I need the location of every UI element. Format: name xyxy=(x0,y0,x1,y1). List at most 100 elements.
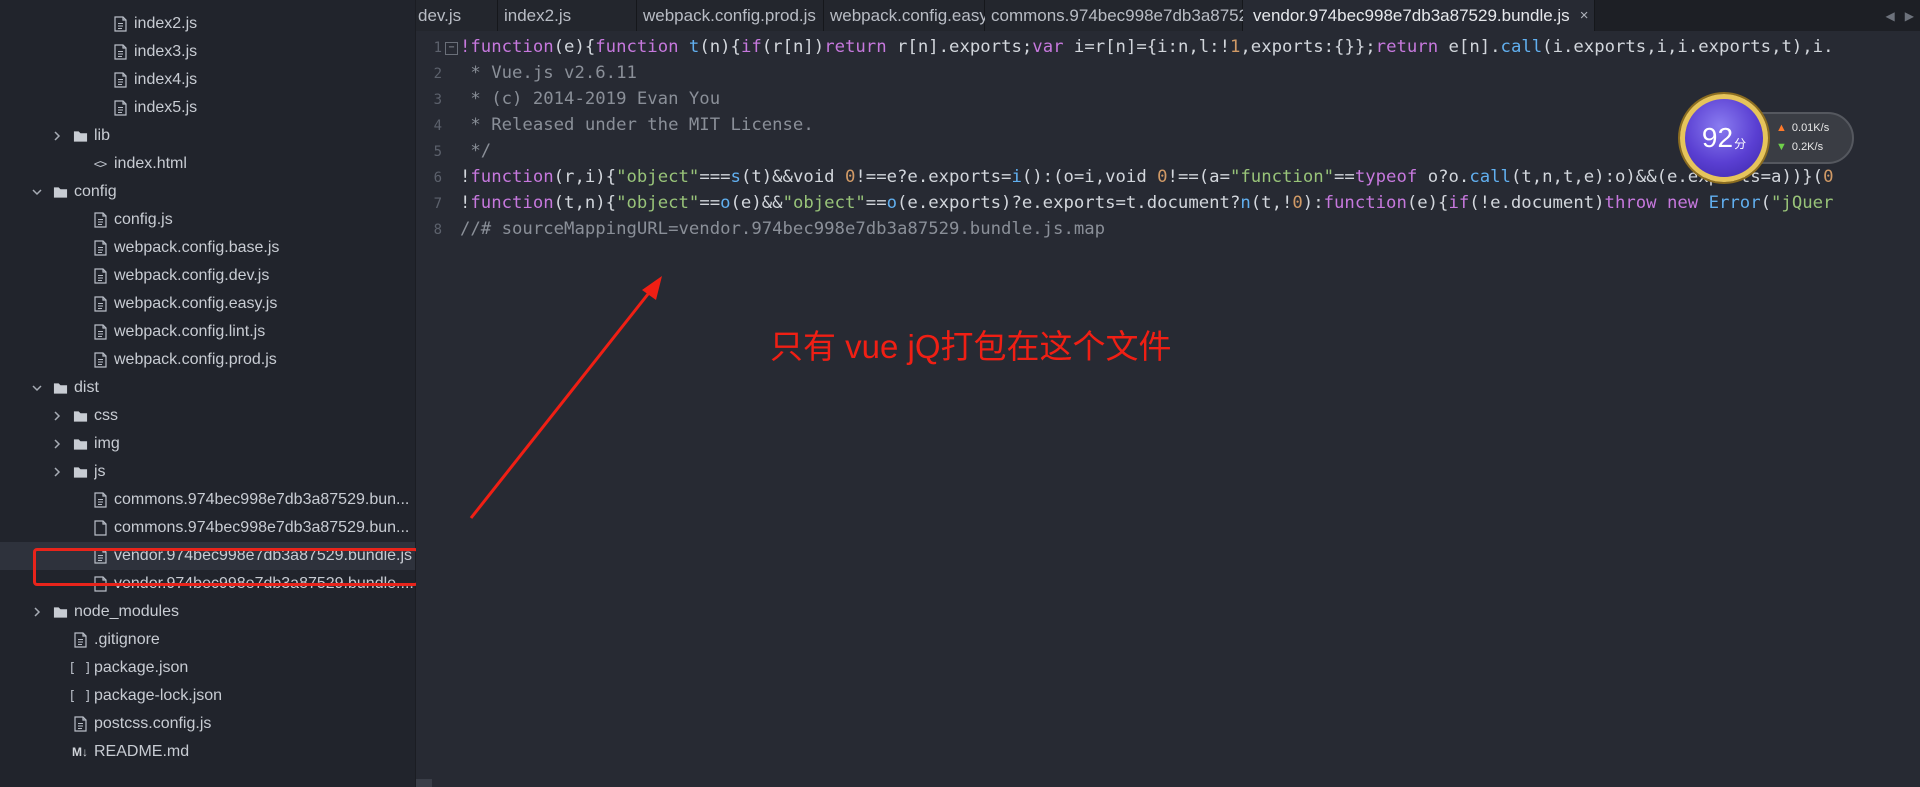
editor-tab[interactable]: dev.js xyxy=(416,0,498,31)
code-token: throw new xyxy=(1604,193,1709,213)
file-icon xyxy=(92,212,108,228)
code-line[interactable]: !function(e){function t(n){if(r[n])retur… xyxy=(460,37,1834,57)
code-token: (t,n){ xyxy=(553,193,617,213)
editor-tab[interactable]: webpack.config.prod.js xyxy=(637,0,824,31)
close-tab-icon[interactable]: × xyxy=(1580,7,1589,24)
tree-file[interactable]: postcss.config.js xyxy=(0,710,415,738)
chevron-right-icon[interactable] xyxy=(50,465,64,479)
code-token: n xyxy=(1240,193,1251,213)
editor-tab[interactable]: commons.974bec998e7db3a87529.bundle.js xyxy=(985,0,1330,31)
tree-file[interactable]: commons.974bec998e7db3a87529.bun... xyxy=(0,486,415,514)
tree-folder[interactable]: js xyxy=(0,458,415,486)
tree-folder[interactable]: css xyxy=(0,402,415,430)
tree-file[interactable]: <> index.html xyxy=(0,150,415,178)
tree-file[interactable]: commons.974bec998e7db3a87529.bun... xyxy=(0,514,415,542)
code-token: (t,! xyxy=(1250,193,1293,213)
tree-file[interactable]: webpack.config.easy.js xyxy=(0,290,415,318)
file-icon xyxy=(92,324,108,340)
code-line[interactable]: * (c) 2014-2019 Evan You xyxy=(460,89,720,109)
code-token: ( xyxy=(1760,193,1772,213)
tree-file[interactable]: index4.js xyxy=(0,66,415,94)
tab-scroll-right-icon[interactable]: ▶ xyxy=(1905,9,1914,23)
tree-file[interactable]: config.js xyxy=(0,206,415,234)
code-token: o xyxy=(720,193,731,213)
code-token: "jQuer xyxy=(1771,193,1834,213)
line-number: 7 xyxy=(433,196,442,212)
chevron-right-icon[interactable] xyxy=(50,409,64,423)
tree-folder[interactable]: dist xyxy=(0,374,415,402)
tree-item-label: config.js xyxy=(114,211,173,228)
chevron-right-icon[interactable] xyxy=(50,437,64,451)
file-icon xyxy=(72,716,88,732)
tree-file[interactable]: .gitignore xyxy=(0,626,415,654)
editor-tab[interactable]: index2.js xyxy=(498,0,637,31)
speed-score-badge[interactable]: 92 分 xyxy=(1680,94,1768,182)
code-token: Error xyxy=(1708,193,1761,213)
tree-file[interactable]: M↓ README.md xyxy=(0,738,415,766)
chevron-down-icon[interactable] xyxy=(30,381,44,395)
tree-folder[interactable]: img xyxy=(0,430,415,458)
tree-file[interactable]: webpack.config.base.js xyxy=(0,234,415,262)
fold-toggle-icon[interactable]: − xyxy=(445,42,458,55)
line-number: 4 xyxy=(433,118,442,134)
code-token: "object" xyxy=(616,167,700,187)
tree-file[interactable]: index3.js xyxy=(0,38,415,66)
editor-tab[interactable]: webpack.config.easy.js xyxy=(824,0,1004,31)
horizontal-scrollbar[interactable] xyxy=(416,779,432,787)
tab-scroll-left-icon[interactable]: ◀ xyxy=(1886,9,1895,23)
code-line[interactable]: * Released under the MIT License. xyxy=(460,115,813,135)
code-token: == xyxy=(1334,167,1355,187)
tree-file[interactable]: index5.js xyxy=(0,94,415,122)
tree-folder[interactable]: node_modules xyxy=(0,598,415,626)
code-token: !==e?e.exports= xyxy=(855,167,1012,187)
code-token: call xyxy=(1500,37,1543,57)
code-token: typeof xyxy=(1354,167,1428,187)
code-token: return xyxy=(1375,37,1449,57)
tree-file[interactable]: index2.js xyxy=(0,10,415,38)
code-line[interactable]: * Vue.js v2.6.11 xyxy=(460,63,636,83)
code-token: !==(a= xyxy=(1167,167,1230,187)
tree-item-label: config xyxy=(74,183,117,200)
tree-item-label: webpack.config.easy.js xyxy=(114,295,278,312)
tree-file[interactable]: [ ] package-lock.json xyxy=(0,682,415,710)
tree-file[interactable]: webpack.config.prod.js xyxy=(0,346,415,374)
code-token: if xyxy=(740,37,762,57)
tree-file[interactable]: webpack.config.dev.js xyxy=(0,262,415,290)
line-number: 5 xyxy=(433,144,442,160)
editor-tab[interactable]: vendor.974bec998e7db3a87529.bundle.js × xyxy=(1243,0,1596,31)
chevron-down-icon[interactable] xyxy=(30,185,44,199)
json-file-icon: [ ] xyxy=(68,660,92,676)
code-line[interactable]: //# sourceMappingURL=vendor.974bec998e7d… xyxy=(460,219,1105,239)
code-token: (n){ xyxy=(699,37,741,57)
code-token: !function xyxy=(460,37,554,57)
chevron-right-icon[interactable] xyxy=(30,605,44,619)
tree-file[interactable]: webpack.config.lint.js xyxy=(0,318,415,346)
file-icon xyxy=(112,72,128,88)
tree-item-label: postcss.config.js xyxy=(94,715,212,732)
file-icon xyxy=(112,44,128,60)
code-line[interactable]: !function(t,n){"object"==o(e)&&"object"=… xyxy=(460,193,1833,213)
code-token: (!e.document) xyxy=(1469,193,1605,213)
code-token: function xyxy=(470,167,554,187)
code-file-icon: <> xyxy=(93,157,107,171)
chevron-right-icon[interactable] xyxy=(50,129,64,143)
code-token: function xyxy=(1323,193,1407,213)
code-token: ! xyxy=(460,193,471,213)
code-token: e[n]. xyxy=(1448,37,1501,57)
code-token: o xyxy=(886,193,898,213)
folder-icon xyxy=(52,184,68,200)
tree-folder[interactable]: config xyxy=(0,178,415,206)
code-token: (t)&&void xyxy=(740,167,845,187)
network-speed-widget[interactable]: ▲ 0.01K/s ▼ 0.2K/s 92 分 xyxy=(1680,94,1856,182)
code-token: o?o. xyxy=(1427,167,1470,187)
code-line[interactable]: */ xyxy=(460,141,491,161)
tree-file[interactable]: [ ] package.json xyxy=(0,654,415,682)
code-line[interactable]: !function(r,i){"object"===s(t)&&void 0!=… xyxy=(460,167,1833,187)
tree-item-label: index4.js xyxy=(134,71,198,88)
tree-folder[interactable]: lib xyxy=(0,122,415,150)
speed-score-unit: 分 xyxy=(1734,136,1747,151)
